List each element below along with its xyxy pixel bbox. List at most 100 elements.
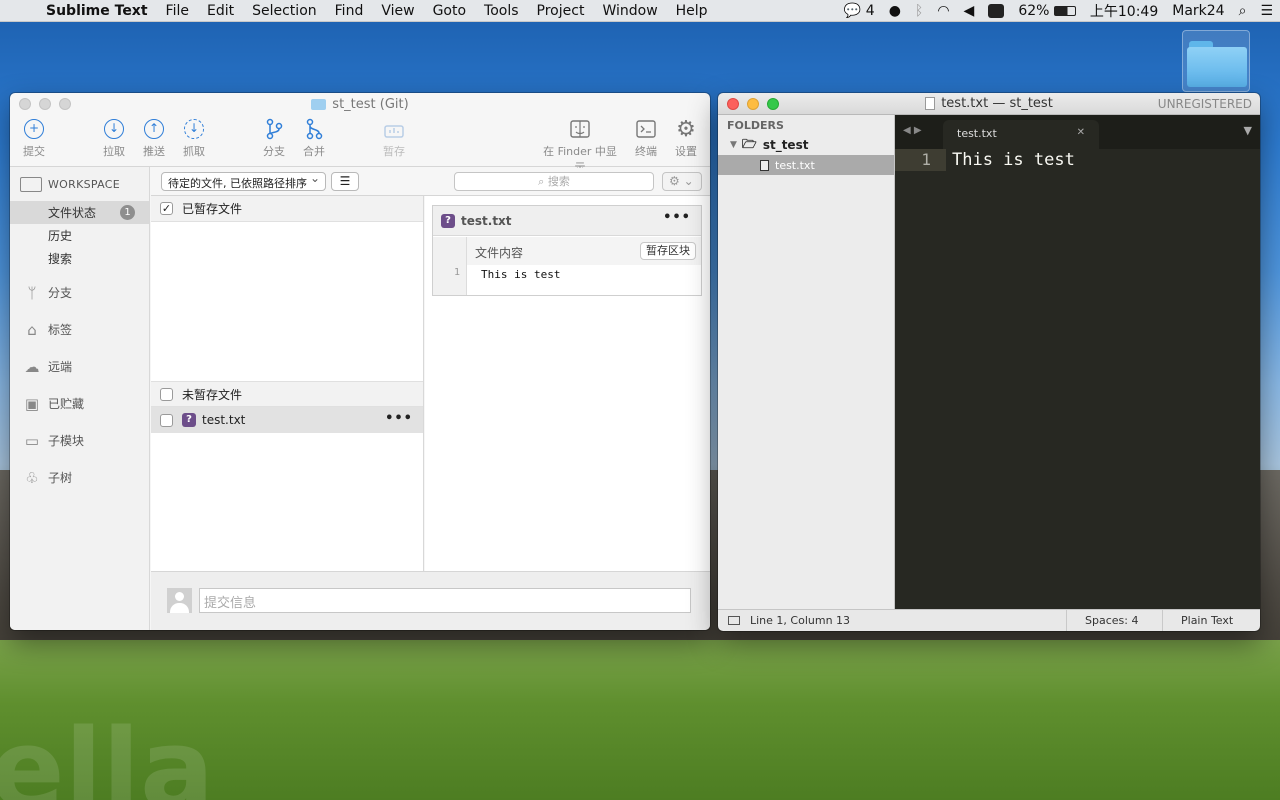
terminal-button[interactable]: 终端: [624, 115, 668, 159]
indentation-setting[interactable]: Spaces: 4: [1066, 610, 1162, 631]
hunk-title: 文件内容: [475, 246, 524, 260]
menu-view[interactable]: View: [372, 3, 423, 19]
menu-edit[interactable]: Edit: [198, 3, 243, 19]
avatar: [167, 588, 192, 613]
staged-checkbox[interactable]: ✓: [160, 202, 173, 215]
battery-status[interactable]: 62%: [1011, 3, 1083, 19]
list-view-icon[interactable]: ☰: [331, 172, 359, 191]
sidebar-file-test-txt[interactable]: test.txt: [718, 155, 894, 175]
sidebar-item-history[interactable]: 历史: [10, 224, 149, 247]
menu-goto[interactable]: Goto: [424, 3, 475, 19]
merge-label: 合并: [303, 145, 325, 158]
show-in-finder-button[interactable]: 在 Finder 中显示: [538, 115, 622, 175]
clock[interactable]: 上午10:49: [1083, 1, 1165, 21]
workspace-label: WORKSPACE: [48, 177, 120, 191]
close-button[interactable]: [19, 98, 31, 110]
menu-extras: 💬 4 ● ᛒ ◠ ◀ 62% 上午10:49 Mark24 ⌕ ☰: [837, 0, 1280, 22]
minimize-button[interactable]: [39, 98, 51, 110]
merge-button[interactable]: 合并: [292, 115, 336, 159]
stash-button[interactable]: 暂存: [372, 115, 416, 159]
menu-selection[interactable]: Selection: [243, 3, 326, 19]
sidebar-group-stashes[interactable]: ▣ 已贮藏: [10, 385, 149, 422]
menu-find[interactable]: Find: [326, 3, 373, 19]
menu-bar: Sublime Text File Edit Selection Find Vi…: [0, 0, 1280, 22]
unstaged-file-row[interactable]: ? test.txt •••: [151, 407, 423, 433]
tab-navigation-arrows[interactable]: ◀ ▶: [903, 125, 922, 136]
file-search-input[interactable]: ⌕ 搜索: [454, 172, 654, 191]
sogou-icon[interactable]: [981, 3, 1011, 19]
sidebar-group-label: 远端: [48, 360, 73, 374]
folders-sidebar: FOLDERS ▼ 🗁 st_test test.txt: [718, 115, 895, 609]
panel-toggle-icon[interactable]: [728, 616, 740, 625]
sidebar-group-subtrees[interactable]: ♧ 子树: [10, 459, 149, 496]
editor-line[interactable]: This is test: [952, 149, 1075, 171]
commit-message-input[interactable]: 提交信息: [199, 588, 691, 613]
fetch-button[interactable]: ↓ 抓取: [172, 115, 216, 159]
branch-icon: ᛘ: [27, 283, 37, 302]
user-name[interactable]: Mark24: [1165, 3, 1231, 19]
menu-window[interactable]: Window: [593, 3, 666, 19]
pull-label: 拉取: [103, 145, 125, 158]
sidebar-group-submodules[interactable]: ▭ 子模块: [10, 422, 149, 459]
unstaged-checkbox[interactable]: [160, 387, 173, 401]
search-icon: ⌕: [538, 175, 545, 188]
tab-test-txt[interactable]: test.txt ✕: [943, 120, 1099, 149]
file-checkbox[interactable]: [160, 413, 173, 427]
diff-more-options-icon[interactable]: •••: [663, 210, 691, 225]
options-gear-icon[interactable]: ⚙ ⌄: [662, 172, 702, 191]
untracked-question-icon: ?: [441, 213, 455, 228]
sidebar-item-label: 历史: [48, 229, 73, 243]
subtree-icon: ♧: [25, 468, 39, 487]
pull-button[interactable]: ↓ 拉取: [92, 115, 136, 159]
battery-percent: 62%: [1018, 3, 1050, 19]
settings-button[interactable]: ⚙ 设置: [664, 115, 708, 159]
window-title: st_test (Git): [332, 96, 409, 112]
qq-icon[interactable]: ●: [882, 3, 908, 19]
workspace-header: WORKSPACE: [10, 167, 149, 201]
sidebar-group-label: 子模块: [48, 434, 85, 448]
tab-menu-icon[interactable]: ▼: [1244, 124, 1252, 137]
menu-help[interactable]: Help: [667, 3, 717, 19]
status-bar: Line 1, Column 13 Spaces: 4 Plain Text: [718, 609, 1260, 631]
bluetooth-icon[interactable]: ᛒ: [908, 3, 930, 19]
close-button[interactable]: [727, 98, 739, 110]
volume-icon[interactable]: ◀: [957, 3, 982, 19]
sidebar-group-branches[interactable]: ᛘ 分支: [10, 274, 149, 311]
sidebar-group-remotes[interactable]: ☁ 远端: [10, 348, 149, 385]
wifi-icon[interactable]: ◠: [930, 3, 956, 19]
monitor-icon: [20, 176, 42, 192]
stage-hunk-button[interactable]: 暂存区块: [640, 242, 696, 260]
sublime-titlebar: test.txt — st_test UNREGISTERED: [718, 93, 1260, 115]
settings-label: 设置: [675, 145, 697, 158]
sort-dropdown[interactable]: 待定的文件, 已依照路径排序: [161, 171, 326, 191]
branch-button[interactable]: 分支: [252, 115, 296, 159]
open-folder-icon: 🗁: [741, 136, 757, 151]
sidebar-group-label: 分支: [48, 286, 73, 300]
zoom-button[interactable]: [767, 98, 779, 110]
code-editor[interactable]: 1 This is test: [895, 149, 1260, 609]
menu-file[interactable]: File: [157, 3, 198, 19]
fetch-label: 抓取: [183, 145, 205, 158]
sublime-window: test.txt — st_test UNREGISTERED FOLDERS …: [718, 93, 1260, 631]
commit-button[interactable]: + 提交: [12, 115, 56, 159]
menu-project[interactable]: Project: [528, 3, 594, 19]
close-tab-icon[interactable]: ✕: [1077, 127, 1085, 138]
menu-tools[interactable]: Tools: [475, 3, 528, 19]
folder-st-test[interactable]: ▼ 🗁 st_test: [718, 135, 894, 155]
sidebar-item-search[interactable]: 搜索: [10, 247, 149, 270]
wechat-icon[interactable]: 💬 4: [837, 3, 882, 19]
desktop-folder-icon[interactable]: [1182, 30, 1250, 92]
zoom-button[interactable]: [59, 98, 71, 110]
spotlight-search-icon[interactable]: ⌕: [1232, 3, 1254, 19]
sidebar-group-tags[interactable]: ⌂ 标签: [10, 311, 149, 348]
syntax-setting[interactable]: Plain Text: [1162, 610, 1260, 631]
disclosure-triangle-icon[interactable]: ▼: [730, 140, 737, 150]
minimize-button[interactable]: [747, 98, 759, 110]
menu-app-name[interactable]: Sublime Text: [40, 3, 157, 19]
more-options-icon[interactable]: •••: [385, 411, 413, 426]
push-button[interactable]: ↑ 推送: [132, 115, 176, 159]
sidebar-item-file-status[interactable]: 文件状态 1: [10, 201, 149, 224]
sidebar-group-label: 子树: [48, 471, 73, 485]
notification-center-icon[interactable]: ☰: [1253, 3, 1280, 19]
line-number: 1: [453, 267, 460, 278]
